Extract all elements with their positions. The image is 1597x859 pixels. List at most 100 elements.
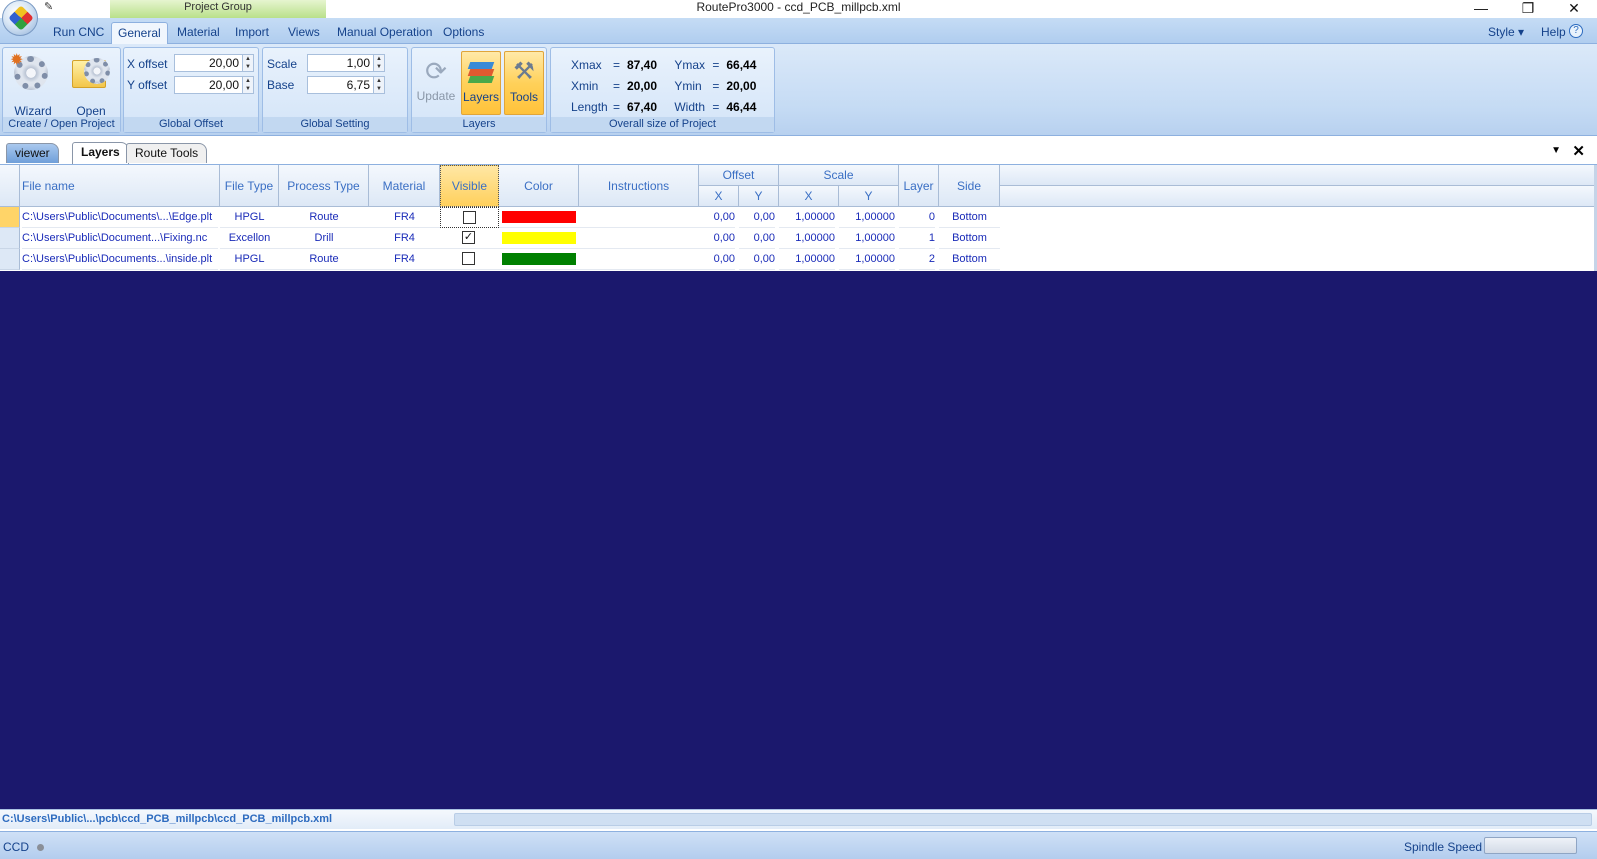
viewer-canvas[interactable] [0,271,1597,809]
header-material[interactable]: Material [369,165,440,207]
update-button[interactable]: ⟳ Update [416,51,456,115]
tab-import[interactable]: Import [229,22,275,44]
header-scale-x[interactable]: X [779,186,839,207]
header-scale-y[interactable]: Y [839,186,899,207]
cell-scale-x[interactable]: 1,00000 [779,207,835,228]
horizontal-scrollbar[interactable] [454,813,1592,826]
tab-manual-operation[interactable]: Manual Operation [331,22,438,44]
cell-process-type[interactable]: Drill [279,228,369,249]
header-offset-x[interactable]: X [699,186,739,207]
wizard-button[interactable]: ✹ Wizard [5,50,61,118]
cell-visible[interactable]: ✓ [440,228,499,249]
cell-file-type[interactable]: Excellon [220,228,279,249]
tools-button[interactable]: ⚒ Tools [504,51,544,115]
cell-color[interactable] [499,207,579,228]
ymax-label: Ymax [674,58,706,72]
header-instructions[interactable]: Instructions [579,165,699,207]
cell-file-name[interactable]: C:\Users\Public\Documents\...\Edge.plt [22,207,218,228]
scale-input[interactable] [308,55,374,71]
cell-offset-y[interactable]: 0,00 [739,207,775,228]
minimize-button[interactable]: — [1458,0,1504,18]
header-color[interactable]: Color [499,165,579,207]
header-offset-y[interactable]: Y [739,186,779,207]
cell-visible[interactable] [440,249,499,270]
cell-scale-y[interactable]: 1,00000 [839,249,895,270]
visible-checkbox[interactable] [462,252,475,265]
tab-viewer[interactable]: viewer [6,143,59,163]
cell-material[interactable]: FR4 [369,207,440,228]
tab-route-tools[interactable]: Route Tools [126,143,208,163]
base-input[interactable] [308,77,374,93]
header-side[interactable]: Side [939,165,1000,207]
tab-material[interactable]: Material [171,22,226,44]
cell-instructions[interactable] [579,249,699,270]
cell-offset-x[interactable]: 0,00 [699,249,735,270]
quick-access-icon[interactable]: ✎ [44,0,62,13]
y-offset-spinner[interactable]: ▲▼ [174,76,254,94]
tab-general[interactable]: General [111,22,168,44]
cell-scale-x[interactable]: 1,00000 [779,249,835,270]
cell-file-type[interactable]: HPGL [220,207,279,228]
cell-offset-y[interactable]: 0,00 [739,228,775,249]
cell-material[interactable]: FR4 [369,249,440,270]
x-offset-input[interactable] [175,55,243,71]
close-document-icon[interactable]: ✕ [1572,142,1585,160]
cell-offset-x[interactable]: 0,00 [699,207,735,228]
cell-layer[interactable]: 0 [899,207,935,228]
visible-checkbox[interactable]: ✓ [462,231,475,244]
cell-scale-y[interactable]: 1,00000 [839,228,895,249]
connection-status-icon [37,844,44,851]
tab-run-cnc[interactable]: Run CNC [47,22,110,44]
cell-offset-y[interactable]: 0,00 [739,249,775,270]
application-menu-button[interactable] [2,0,38,36]
spinner-arrows-icon[interactable]: ▲ ▼ [242,77,253,93]
row-selector[interactable] [0,207,20,228]
header-visible[interactable]: Visible [440,165,499,207]
cell-process-type[interactable]: Route [279,249,369,270]
cell-color[interactable] [499,228,579,249]
x-offset-spinner[interactable]: ▲▼ [174,54,254,72]
tab-views[interactable]: Views [282,22,326,44]
cell-instructions[interactable] [579,207,699,228]
close-button[interactable]: ✕ [1551,0,1597,18]
spinner-arrows-icon[interactable]: ▲ ▼ [373,77,384,93]
help-icon[interactable]: ? [1569,24,1583,38]
style-menu[interactable]: Style ▾ [1482,22,1530,44]
tab-list-dropdown-icon[interactable]: ▼ [1551,145,1561,156]
restore-button[interactable]: ❐ [1505,0,1551,18]
y-offset-input[interactable] [175,77,243,93]
header-file-name[interactable]: File name [20,165,220,207]
cell-scale-y[interactable]: 1,00000 [839,207,895,228]
row-selector[interactable] [0,249,20,270]
header-process-type[interactable]: Process Type [279,165,369,207]
base-spinner[interactable]: ▲▼ [307,76,385,94]
cell-layer[interactable]: 2 [899,249,935,270]
cell-side[interactable]: Bottom [939,249,1000,270]
cell-file-name[interactable]: C:\Users\Public\Documents...\inside.plt [22,249,218,270]
visible-checkbox[interactable] [463,211,476,224]
cell-color[interactable] [499,249,579,270]
tab-layers[interactable]: Layers [72,142,129,164]
scale-spinner[interactable]: ▲▼ [307,54,385,72]
cell-visible[interactable] [440,207,499,228]
spinner-arrows-icon[interactable]: ▲ ▼ [242,55,253,71]
cell-file-type[interactable]: HPGL [220,249,279,270]
row-selector[interactable] [0,228,20,249]
tab-options[interactable]: Options [437,22,490,44]
cell-offset-x[interactable]: 0,00 [699,228,735,249]
header-file-type[interactable]: File Type [220,165,279,207]
cell-instructions[interactable] [579,228,699,249]
help-menu[interactable]: Help [1535,22,1572,44]
open-button[interactable]: Open [63,50,119,118]
group-create-open: ✹ Wizard Open Create / Open Project [2,47,121,133]
cell-material[interactable]: FR4 [369,228,440,249]
cell-process-type[interactable]: Route [279,207,369,228]
layers-button[interactable]: Layers [461,51,501,115]
cell-layer[interactable]: 1 [899,228,935,249]
spinner-arrows-icon[interactable]: ▲ ▼ [373,55,384,71]
cell-file-name[interactable]: C:\Users\Public\Document...\Fixing.nc [22,228,218,249]
cell-side[interactable]: Bottom [939,207,1000,228]
cell-side[interactable]: Bottom [939,228,1000,249]
cell-scale-x[interactable]: 1,00000 [779,228,835,249]
header-layer[interactable]: Layer [899,165,939,207]
